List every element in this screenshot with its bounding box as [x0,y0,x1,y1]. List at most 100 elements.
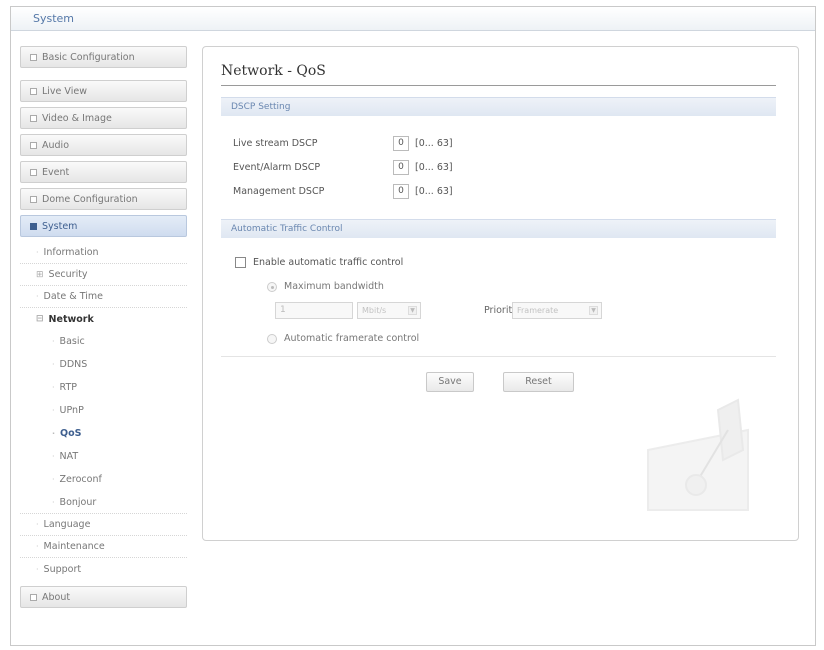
bullet-icon: · [52,475,55,484]
sidebar-item-support[interactable]: · Support [20,558,187,580]
sub-label: NAT [59,451,79,462]
sidebar: Basic Configuration Live View Video & Im… [20,46,187,613]
bandwidth-input[interactable]: 1 [275,302,353,319]
sidebar-item-upnp[interactable]: · UPnP [20,399,187,422]
sub-label: UPnP [59,405,84,416]
field-label: Management DSCP [233,185,325,197]
sub-label: Network [48,313,94,325]
max-bandwidth-row: Maximum bandwidth [267,281,384,292]
bullet-icon: · [36,248,39,257]
sidebar-item-bonjour[interactable]: · Bonjour [20,491,187,514]
sub-label: Bonjour [59,496,97,508]
bullet-icon: · [52,337,55,346]
collapse-minus-icon: ⊟ [36,314,44,324]
dscp-section-header: DSCP Setting [221,97,776,116]
auto-framerate-row: Automatic framerate control [267,333,419,344]
bullet-icon: · [36,564,39,574]
sidebar-item-network[interactable]: ⊟ Network [20,308,187,330]
bandwidth-unit-select[interactable]: Mbit/s ▼ [357,302,421,319]
sub-label: Basic [59,336,85,347]
menu-live-view[interactable]: Live View [20,80,187,102]
sub-label: Information [43,247,99,258]
bullet-icon: · [52,383,55,392]
menu-box-icon [30,87,37,95]
menu-system[interactable]: System [20,215,187,237]
max-bandwidth-radio[interactable] [267,281,277,292]
menu-label: About [42,591,71,603]
sub-label: QoS [60,428,82,439]
menu-basic-configuration[interactable]: Basic Configuration [20,46,187,68]
select-value: Framerate [517,306,559,315]
enable-atc-checkbox[interactable] [235,257,246,268]
chevron-down-icon: ▼ [589,306,598,315]
menu-label: Video & Image [42,112,112,124]
atc-section-header: Automatic Traffic Control [221,219,776,238]
sidebar-item-zeroconf[interactable]: · Zeroconf [20,468,187,491]
enable-atc-row: Enable automatic traffic control [235,257,403,268]
sidebar-item-ddns[interactable]: · DDNS [20,353,187,376]
bullet-icon: · [52,429,56,438]
sidebar-item-basic[interactable]: · Basic [20,330,187,353]
sidebar-item-information[interactable]: · Information [20,242,187,264]
top-bar: System [11,7,815,31]
field-label: Live stream DSCP [233,137,318,149]
chevron-down-icon: ▼ [408,306,417,315]
menu-box-icon [30,222,37,230]
menu-label: Basic Configuration [42,51,135,63]
menu-box-icon [30,195,37,203]
menu-label: System [42,220,78,232]
form-divider [221,356,776,357]
sub-label: Support [43,563,82,575]
menu-audio[interactable]: Audio [20,134,187,156]
range-hint: [0... 63] [415,137,453,149]
bullet-icon: · [52,452,55,461]
menu-dome-configuration[interactable]: Dome Configuration [20,188,187,210]
enable-atc-label: Enable automatic traffic control [253,257,404,268]
menu-label: Event [42,166,70,178]
sidebar-item-nat[interactable]: · NAT [20,445,187,468]
sub-label: DDNS [59,359,88,370]
sub-label: Maintenance [43,541,105,552]
menu-about[interactable]: About [20,586,187,608]
sub-label: RTP [59,382,77,393]
sub-label: Zeroconf [59,474,102,485]
sidebar-item-maintenance[interactable]: · Maintenance [20,536,187,558]
reset-button[interactable]: Reset [503,372,574,392]
bullet-icon: · [52,360,55,369]
menu-box-icon [30,53,37,61]
dscp-row-event-alarm: Event/Alarm DSCP 0 [0... 63] [233,159,453,175]
sidebar-item-language[interactable]: · Language [20,514,187,536]
auto-framerate-radio[interactable] [267,333,277,344]
live-stream-dscp-input[interactable]: 0 [393,135,409,151]
sub-label: Security [48,269,88,280]
max-bandwidth-label: Maximum bandwidth [284,281,384,292]
save-button[interactable]: Save [426,372,474,392]
sub-label: Language [43,519,91,530]
bullet-icon: · [36,542,39,551]
auto-framerate-label: Automatic framerate control [284,333,420,344]
priority-select[interactable]: Framerate ▼ [512,302,602,319]
menu-video-image[interactable]: Video & Image [20,107,187,129]
window-title: System [33,12,75,25]
network-submenu: · Basic · DDNS · RTP · UPnP · QoS · NAT · Zeroc… [20,330,187,514]
menu-label: Audio [42,139,70,151]
sub-label: Date & Time [43,291,103,302]
bullet-icon: · [52,406,55,415]
menu-event[interactable]: Event [20,161,187,183]
title-divider [221,85,776,86]
field-label: Event/Alarm DSCP [233,161,321,173]
sidebar-item-qos[interactable]: · QoS [20,422,187,445]
main-panel: Network - QoS DSCP Setting Live stream D… [202,46,799,541]
sidebar-item-rtp[interactable]: · RTP [20,376,187,399]
menu-label: Live View [42,85,87,97]
bullet-icon: · [36,292,39,301]
camera-watermark-icon [647,398,749,511]
page-title: Network - QoS [221,63,326,79]
sidebar-item-security[interactable]: ⊞ Security [20,264,187,286]
management-dscp-input[interactable]: 0 [393,183,409,199]
expand-plus-icon: ⊞ [36,269,44,280]
sidebar-item-date-time[interactable]: · Date & Time [20,286,187,308]
menu-box-icon [30,141,37,149]
event-alarm-dscp-input[interactable]: 0 [393,159,409,175]
bullet-icon: · [52,497,55,507]
